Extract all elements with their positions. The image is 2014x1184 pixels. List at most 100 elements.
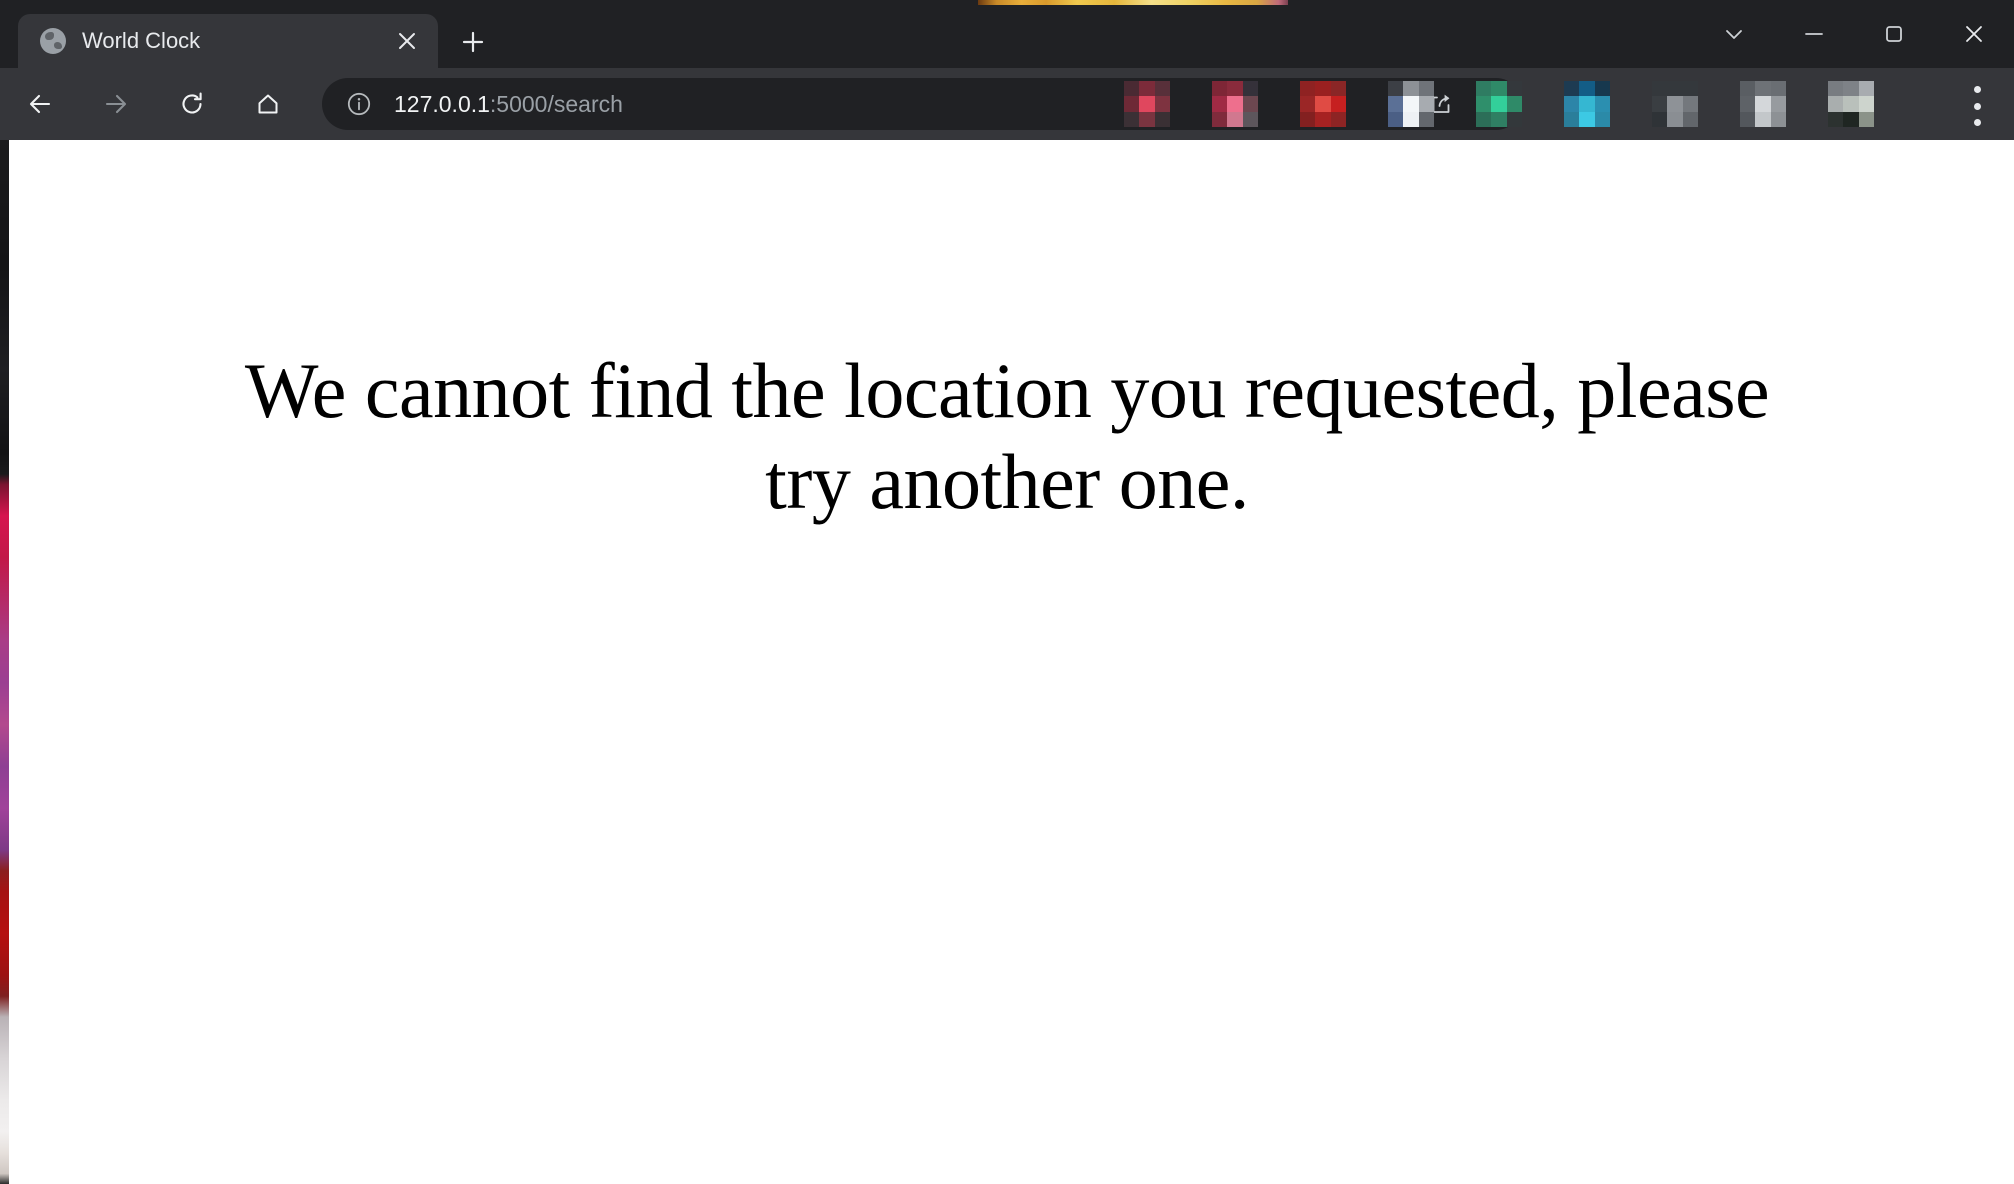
pixel-cell [1843, 111, 1859, 127]
pixel-cell [1828, 81, 1844, 97]
pixel-cell [1594, 96, 1610, 112]
browser-menu-button[interactable] [1962, 86, 1992, 126]
pixel-cell [1242, 111, 1258, 127]
pixel-cell [1139, 96, 1155, 112]
close-icon[interactable] [390, 24, 424, 58]
pixel-cell [1315, 81, 1331, 97]
pixel-cell [1858, 81, 1874, 97]
minimize-button[interactable] [1774, 0, 1854, 68]
extension-4-icon[interactable] [1388, 81, 1434, 127]
pixel-cell [1139, 111, 1155, 127]
extension-1-icon[interactable] [1124, 81, 1170, 127]
pixel-cell [1403, 96, 1419, 112]
pixel-cell [1227, 111, 1243, 127]
pixel-cell [1476, 81, 1492, 97]
menu-dot [1973, 86, 1981, 93]
new-tab-button[interactable] [455, 24, 491, 60]
extension-9-icon[interactable] [1828, 81, 1874, 127]
pixel-cell [1858, 111, 1874, 127]
pixel-cell [1154, 111, 1170, 127]
pixel-cell [1491, 81, 1507, 97]
pixel-cell [1300, 96, 1316, 112]
pixel-cell [1212, 81, 1228, 97]
pixel-cell [1506, 81, 1522, 97]
pixel-cell [1770, 81, 1786, 97]
pixel-cell [1315, 96, 1331, 112]
pixel-cell [1403, 81, 1419, 97]
top-edge-artifact [978, 0, 1288, 5]
pixel-cell [1755, 111, 1771, 127]
pixel-cell [1212, 111, 1228, 127]
pixel-cell [1330, 111, 1346, 127]
pixel-cell [1564, 111, 1580, 127]
pixel-cell [1300, 81, 1316, 97]
pixel-cell [1315, 111, 1331, 127]
pixel-cell [1770, 96, 1786, 112]
browser-window: World Clock 127.0.0.1:5000/search We can… [0, 0, 2014, 1184]
pixel-cell [1652, 111, 1668, 127]
error-message-heading: We cannot find the location you requeste… [244, 347, 1770, 526]
pixel-cell [1579, 96, 1595, 112]
back-button[interactable] [12, 76, 68, 132]
window-controls [1694, 0, 2014, 68]
pixel-cell [1667, 96, 1683, 112]
extension-8-icon[interactable] [1740, 81, 1786, 127]
pixel-cell [1682, 111, 1698, 127]
pixel-cell [1388, 81, 1404, 97]
pixel-cell [1858, 96, 1874, 112]
pixel-cell [1476, 111, 1492, 127]
pixel-cell [1843, 81, 1859, 97]
pixel-cell [1242, 96, 1258, 112]
extension-3-icon[interactable] [1300, 81, 1346, 127]
page-content: We cannot find the location you requeste… [0, 140, 2014, 1184]
url-host: 127.0.0.1 [394, 92, 490, 116]
pixel-cell [1594, 111, 1610, 127]
pixel-cell [1124, 81, 1140, 97]
tab-strip: World Clock [0, 0, 2014, 68]
reload-icon[interactable] [164, 76, 220, 132]
pixel-cell [1740, 81, 1756, 97]
pixel-cell [1594, 81, 1610, 97]
pixel-cell [1300, 111, 1316, 127]
pixel-cell [1330, 96, 1346, 112]
pixel-cell [1418, 111, 1434, 127]
pixel-cell [1843, 96, 1859, 112]
maximize-button[interactable] [1854, 0, 1934, 68]
menu-dot [1973, 102, 1981, 110]
pixel-cell [1506, 96, 1522, 112]
forward-button[interactable] [88, 76, 144, 132]
extension-5-icon[interactable] [1476, 81, 1522, 127]
pixel-cell [1755, 96, 1771, 112]
pixel-cell [1770, 111, 1786, 127]
pixel-cell [1242, 81, 1258, 97]
pixel-cell [1491, 96, 1507, 112]
extension-icons-strip [1124, 74, 1922, 134]
pixel-cell [1388, 96, 1404, 112]
pixel-cell [1828, 111, 1844, 127]
pixel-cell [1227, 81, 1243, 97]
globe-icon [40, 28, 66, 54]
pixel-cell [1740, 111, 1756, 127]
close-window-button[interactable] [1934, 0, 2014, 68]
tab-search-button[interactable] [1694, 0, 1774, 68]
pixel-cell [1564, 96, 1580, 112]
browser-tab-active[interactable]: World Clock [18, 14, 438, 68]
extension-7-icon[interactable] [1652, 81, 1698, 127]
pixel-cell [1124, 111, 1140, 127]
pixel-cell [1212, 96, 1228, 112]
extension-2-icon[interactable] [1212, 81, 1258, 127]
pixel-cell [1330, 81, 1346, 97]
pixel-cell [1579, 81, 1595, 97]
pixel-cell [1564, 81, 1580, 97]
info-circle-icon[interactable] [342, 87, 376, 121]
pixel-cell [1403, 111, 1419, 127]
menu-dot [1973, 119, 1981, 126]
left-edge-artifact [0, 140, 9, 1184]
pixel-cell [1418, 81, 1434, 97]
pixel-cell [1154, 96, 1170, 112]
pixel-cell [1388, 111, 1404, 127]
pixel-cell [1667, 111, 1683, 127]
extension-6-icon[interactable] [1564, 81, 1610, 127]
home-icon[interactable] [240, 76, 296, 132]
pixel-cell [1476, 96, 1492, 112]
